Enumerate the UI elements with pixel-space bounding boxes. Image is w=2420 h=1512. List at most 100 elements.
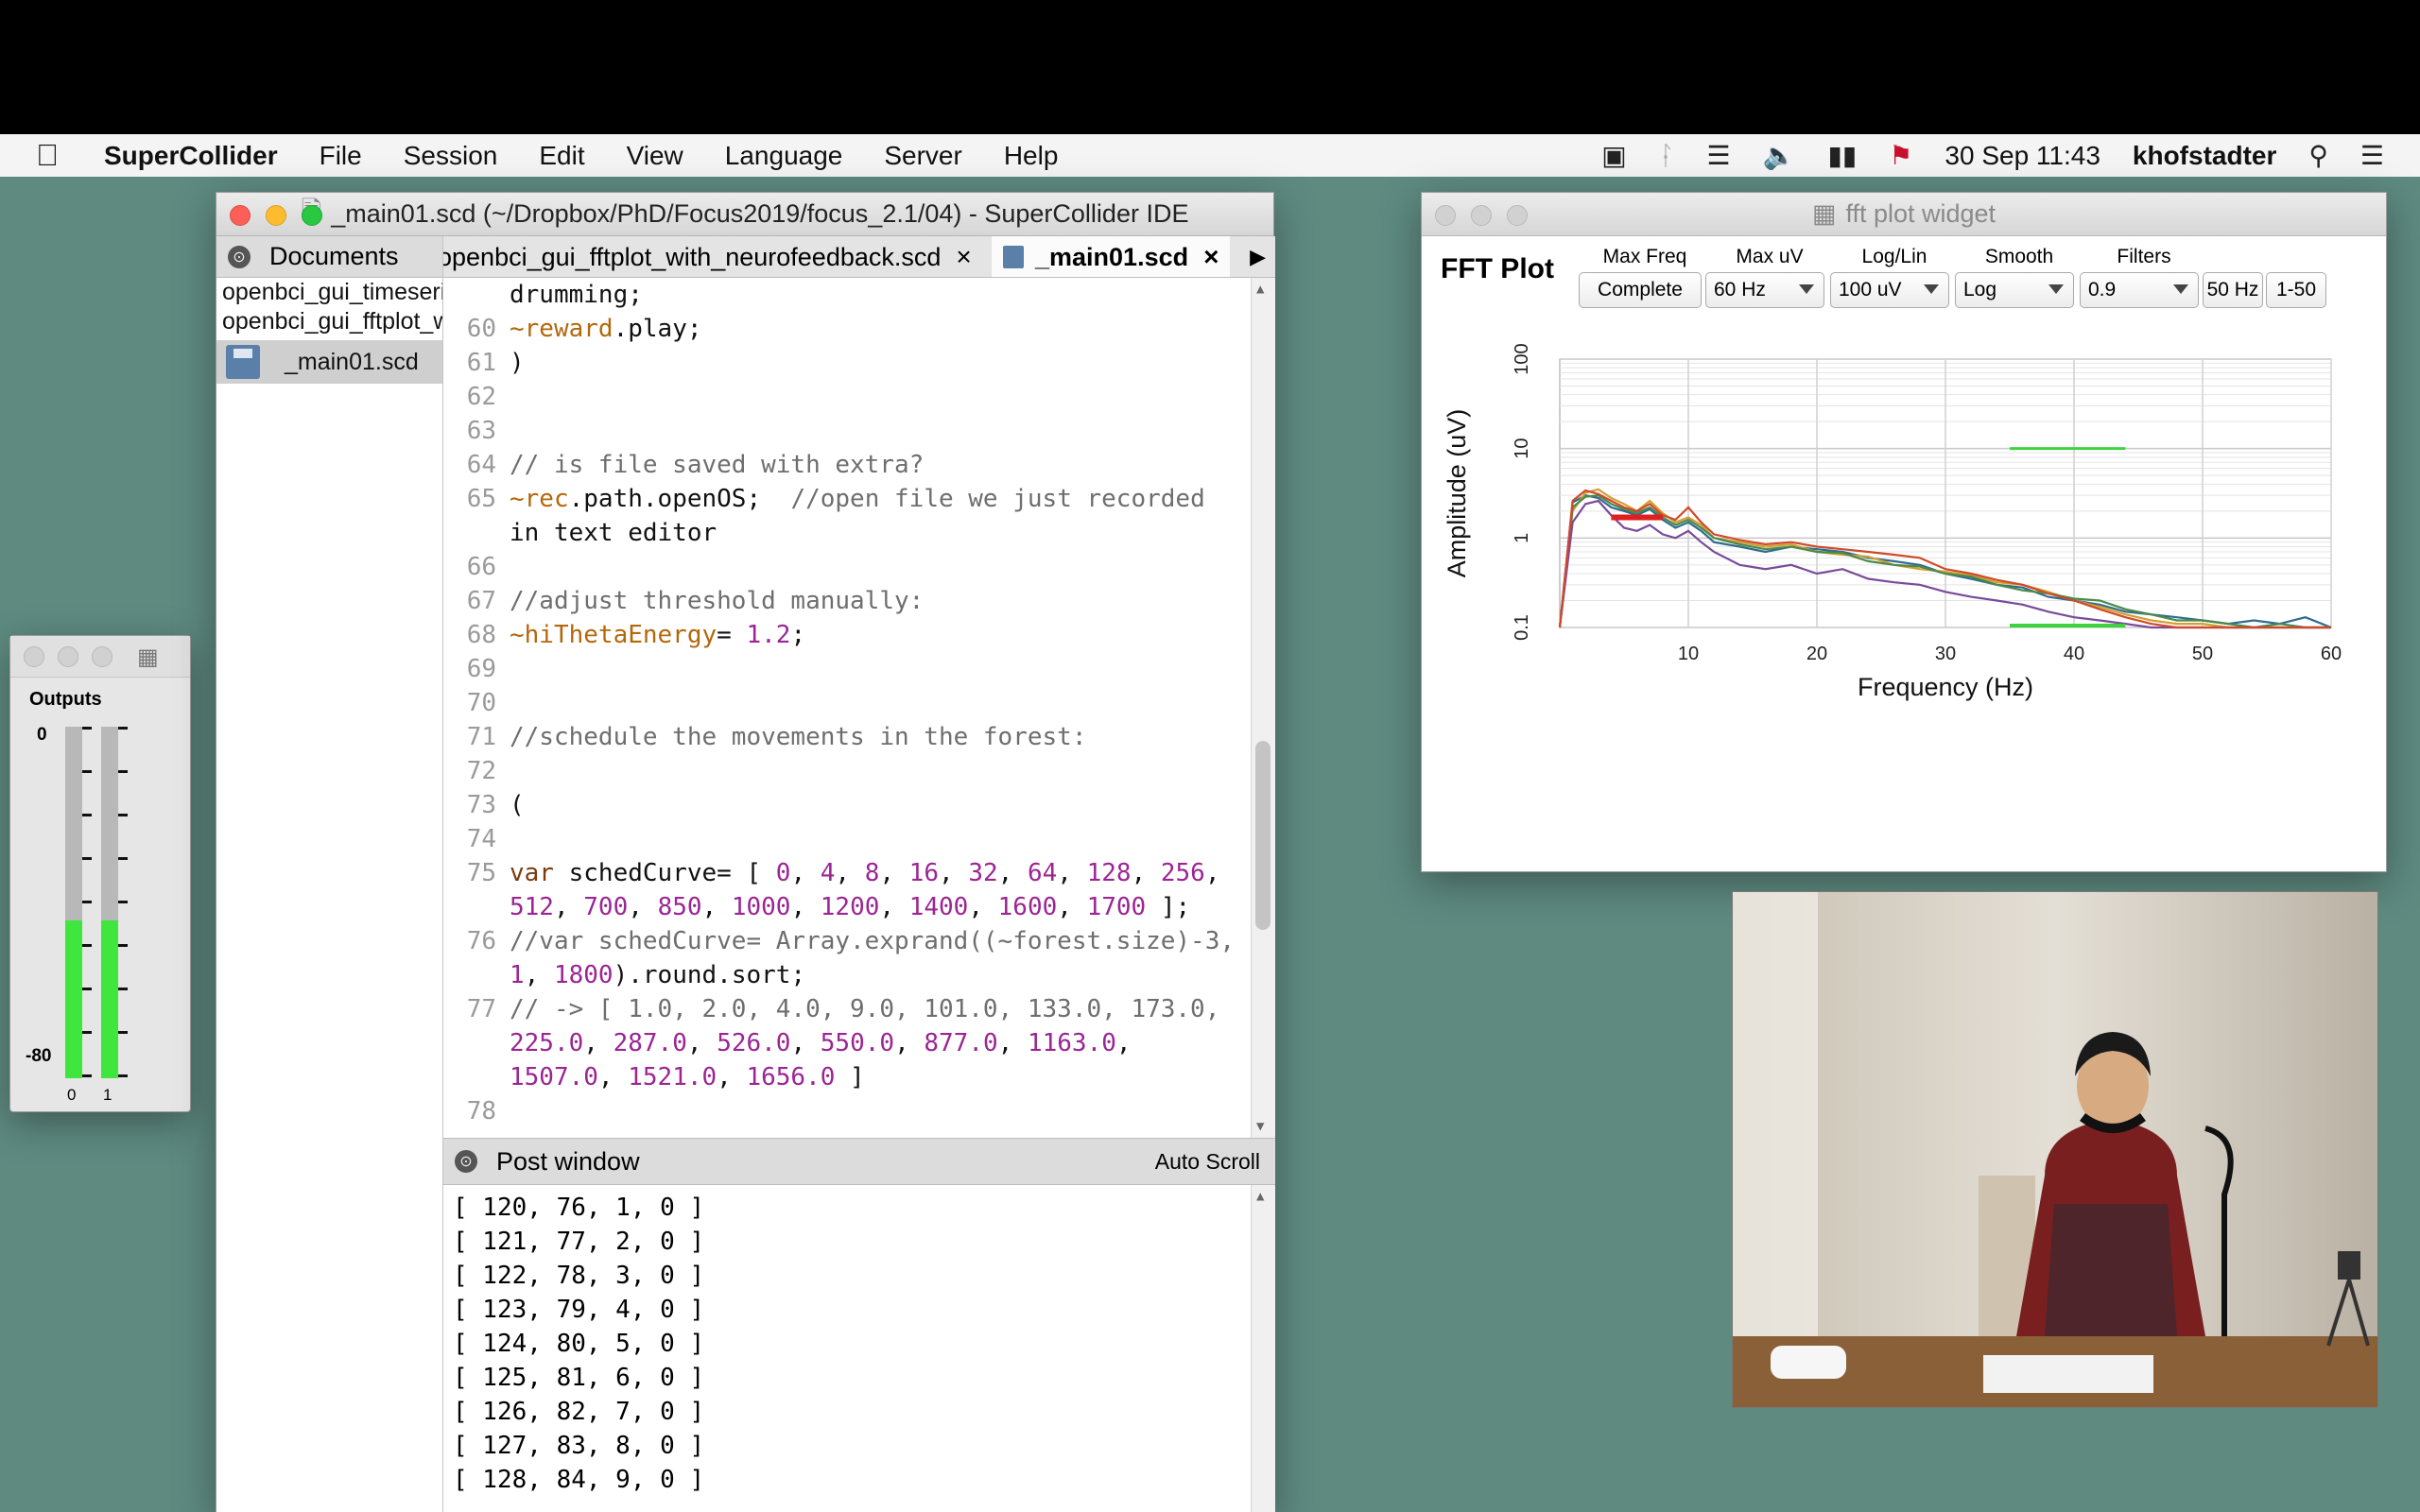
- code-text: //schedule the movements in the forest:: [510, 723, 1087, 751]
- post-window[interactable]: [ 120, 76, 1, 0 ] [ 121, 77, 2, 0 ] [ 122,…: [443, 1185, 1275, 1512]
- zoom-button[interactable]: [1507, 205, 1528, 226]
- menu-edit[interactable]: Edit: [539, 141, 584, 171]
- flag-icon[interactable]: ⚑: [1889, 140, 1912, 171]
- tab-main01[interactable]: _main01.scd ×: [992, 236, 1231, 277]
- x-tick-label: 30: [1935, 644, 1956, 664]
- screen-record-icon[interactable]: ▣: [1601, 140, 1626, 171]
- code-text: ~rec.path.openOS; //open file we just re…: [510, 485, 1205, 513]
- output-meter-0: [65, 727, 82, 1078]
- bluetooth-icon[interactable]: ᛛ: [1659, 141, 1675, 171]
- list-icon[interactable]: ☰: [2360, 140, 2384, 171]
- menu-help[interactable]: Help: [1004, 141, 1059, 171]
- meter-tick: [82, 1074, 92, 1077]
- close-button[interactable]: [24, 646, 44, 667]
- complete-button[interactable]: Complete: [1579, 272, 1702, 308]
- filter-50hz-button[interactable]: 50 Hz: [2203, 272, 2263, 308]
- floppy-disk-icon: [226, 345, 260, 379]
- x-tick-label: 50: [2192, 644, 2213, 664]
- minimize-button[interactable]: [58, 646, 78, 667]
- menu-bar:  SuperCollider File Session Edit View L…: [0, 134, 2420, 177]
- document-item[interactable]: openbci_gui_fftplot_w: [216, 307, 442, 336]
- y-tick-label: 10: [1512, 438, 1532, 459]
- post-line: [ 121, 77, 2, 0 ]: [453, 1228, 705, 1256]
- post-window-header: ⊙ Post window Auto Scroll: [443, 1138, 1275, 1185]
- document-item[interactable]: openbci_gui_timeseri: [216, 278, 442, 307]
- battery-icon[interactable]: ▮▮: [1827, 140, 1857, 171]
- close-button[interactable]: [1435, 205, 1456, 226]
- post-line: [ 126, 82, 7, 0 ]: [453, 1398, 705, 1426]
- code-text: drumming;: [510, 281, 643, 309]
- panel-options-icon[interactable]: ⊙: [455, 1150, 477, 1173]
- fft-window: ▦ fft plot widget FFT Plot Max Freq Max …: [1421, 192, 2387, 872]
- code-text: //var schedCurve= Array.exprand((~forest…: [510, 927, 1236, 955]
- close-icon[interactable]: ×: [1203, 242, 1219, 272]
- floppy-disk-icon: [1003, 246, 1024, 268]
- zoom-button[interactable]: [302, 205, 322, 226]
- y-axis-label: Amplitude (uV): [1443, 409, 1471, 578]
- code-editor[interactable]: drumming; 60 ~reward.play; 61) 62 63 64 // is f…: [443, 278, 1275, 1223]
- post-scrollbar[interactable]: ▲: [1251, 1185, 1275, 1512]
- line-number: 72: [466, 757, 496, 785]
- outputs-titlebar: ▦: [10, 636, 190, 678]
- volume-icon[interactable]: 🔈: [1763, 140, 1796, 171]
- line-number: 69: [466, 655, 496, 683]
- auto-scroll-button[interactable]: Auto Scroll: [1155, 1149, 1260, 1175]
- zoom-button[interactable]: [92, 646, 112, 667]
- webcam-video: [1732, 891, 2378, 1408]
- scroll-thumb[interactable]: [1255, 741, 1270, 930]
- x-tick-label: 60: [2321, 644, 2342, 664]
- panel-options-icon[interactable]: ⊙: [228, 245, 251, 268]
- post-line: [ 125, 81, 6, 0 ]: [453, 1364, 705, 1392]
- ide-window: 🗎 _main01.scd (~/Dropbox/PhD/Focus2019/f…: [216, 192, 1275, 1512]
- max-uv-value: 100 uV: [1839, 279, 1902, 301]
- apple-icon[interactable]: : [36, 138, 85, 173]
- code-text: ~reward.play;: [510, 315, 702, 343]
- user-name[interactable]: khofstadter: [2133, 141, 2276, 171]
- post-line: [ 127, 83, 8, 0 ]: [453, 1432, 705, 1460]
- status-area: ▣ ᛛ ☰ 🔈 ▮▮ ⚑ 30 Sep 11:43 khofstadter ⚲ …: [1601, 134, 2384, 177]
- chevron-down-icon: [1924, 284, 1939, 294]
- smooth-select[interactable]: 0.9: [2080, 272, 2199, 308]
- max-freq-select[interactable]: 60 Hz: [1705, 272, 1824, 308]
- x-tick-label: 10: [1678, 644, 1699, 664]
- meter-tick: [118, 857, 128, 860]
- menu-server[interactable]: Server: [884, 141, 961, 171]
- code-text: ~hiThetaEnergy= 1.2;: [510, 621, 806, 649]
- channel-label-0: 0: [67, 1086, 77, 1104]
- filter-1-50-button[interactable]: 1-50: [2266, 272, 2326, 308]
- menu-view[interactable]: View: [627, 141, 683, 171]
- chevron-down-icon: [2048, 284, 2064, 294]
- editor-tab-bar: openbci_gui_fftplot_with_neurofeedback.s…: [443, 236, 1275, 278]
- max-uv-select[interactable]: 100 uV: [1830, 272, 1949, 308]
- minimize-button[interactable]: [266, 205, 286, 226]
- outputs-window: ▦ Outputs 0 -80 0 1: [9, 635, 191, 1112]
- code-text: 512, 700, 850, 1000, 1200, 1400, 1600, 1…: [510, 893, 1191, 921]
- line-number: 68: [466, 621, 496, 649]
- menu-language[interactable]: Language: [725, 141, 843, 171]
- minimize-button[interactable]: [1471, 205, 1492, 226]
- menu-app-name[interactable]: SuperCollider: [104, 141, 278, 171]
- search-icon[interactable]: ⚲: [2308, 140, 2328, 171]
- log-lin-label: Log/Lin: [1861, 246, 1927, 267]
- document-icon: ▦: [137, 644, 159, 670]
- meter-tick: [118, 901, 128, 903]
- clock[interactable]: 30 Sep 11:43: [1945, 141, 2100, 171]
- post-window-label: Post window: [496, 1146, 640, 1176]
- log-lin-select[interactable]: Log: [1955, 272, 2074, 308]
- channel-label-1: 1: [103, 1086, 112, 1104]
- document-item-selected[interactable]: _main01.scd: [216, 340, 442, 384]
- wifi-icon[interactable]: ☰: [1706, 140, 1730, 171]
- editor-scrollbar[interactable]: ▲ ▼: [1251, 278, 1275, 1138]
- close-icon[interactable]: ×: [956, 242, 971, 272]
- menu-session[interactable]: Session: [404, 141, 498, 171]
- line-number: 66: [466, 553, 496, 581]
- tab-scroll-right-icon[interactable]: ▶: [1250, 236, 1266, 277]
- code-text: //adjust threshold manually:: [510, 587, 925, 615]
- tab-fftplot[interactable]: openbci_gui_fftplot_with_neurofeedback.s…: [443, 236, 972, 277]
- meter-tick: [82, 944, 92, 947]
- log-lin-value: Log: [1963, 279, 1997, 301]
- line-number: 62: [466, 383, 496, 411]
- close-button[interactable]: [230, 205, 251, 226]
- webcam-image: [1733, 892, 2377, 1407]
- menu-file[interactable]: File: [320, 141, 362, 171]
